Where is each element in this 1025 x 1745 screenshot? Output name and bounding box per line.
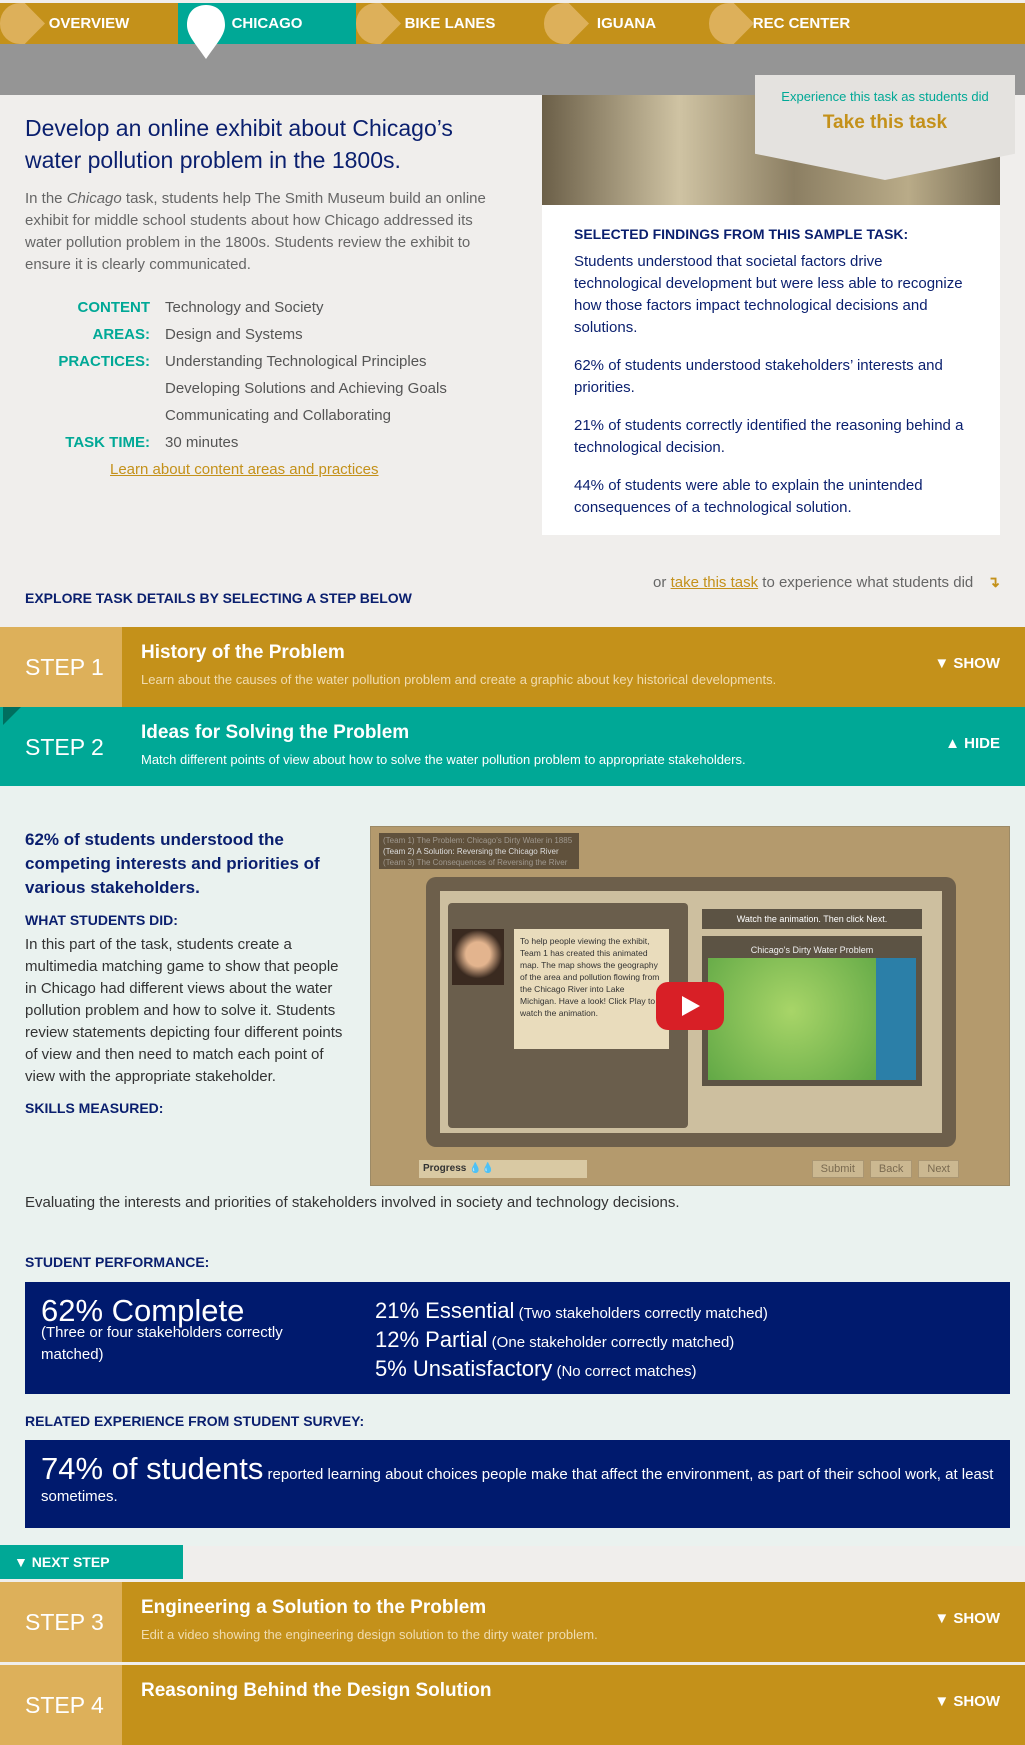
performance-heading: STUDENT PERFORMANCE: (25, 1254, 210, 1270)
skills-label: SKILLS MEASURED: (25, 1100, 164, 1116)
performance-box: 62% Complete (Three or four stakeholders … (25, 1282, 1010, 1394)
step-title: History of the Problem (141, 642, 345, 663)
learn-link[interactable]: Learn about content areas and practices (110, 461, 379, 478)
step-2-detail: 62% of students understood the competing… (0, 786, 1025, 1546)
level-row: 21% Essential (Two stakeholders correctl… (375, 1298, 768, 1323)
step-number: STEP 3 (0, 1582, 122, 1662)
survey-box: 74% of students reported learning about … (25, 1440, 1010, 1528)
nav-iguana[interactable]: IGUANA (544, 3, 709, 44)
level-row: 12% Partial (One stakeholder correctly m… (375, 1327, 735, 1352)
content-area: Technology and Society (165, 299, 324, 316)
step-title: Engineering a Solution to the Problem (141, 1597, 487, 1618)
callout-subtitle: Experience this task as students did (781, 89, 989, 104)
detail-headline: 62% of students understood the competing… (25, 830, 320, 897)
step-number: STEP 1 (0, 627, 122, 707)
back-button[interactable]: Back (869, 1160, 913, 1178)
task-time: 30 minutes (165, 434, 239, 451)
step-title: Reasoning Behind the Design Solution (141, 1680, 492, 1701)
avatar (452, 929, 504, 985)
location-pin-icon (187, 5, 225, 59)
findings-heading: SELECTED FINDINGS FROM THIS SAMPLE TASK: (574, 226, 909, 242)
skills-text: Evaluating the interests and priorities … (25, 1194, 680, 1211)
nav-label: OVERVIEW (48, 15, 130, 32)
finding: Students understood that societal factor… (574, 253, 963, 336)
nav-overview[interactable]: OVERVIEW (0, 3, 178, 44)
video-team-menu: (Team 1) The Problem: Chicago's Dirty Wa… (379, 833, 579, 869)
show-toggle[interactable]: ▼ SHOW (934, 1693, 1000, 1710)
complete-stat: 62% Complete (41, 1293, 245, 1328)
step-4-bar[interactable]: STEP 4 Reasoning Behind the Design Solut… (0, 1665, 1025, 1745)
content-area: Design and Systems (165, 326, 303, 343)
level-row: 5% Unsatisfactory (No correct matches) (375, 1356, 697, 1381)
step-desc: Match different points of view about how… (141, 752, 746, 767)
finding: 44% of students were able to explain the… (574, 477, 923, 516)
hide-toggle[interactable]: ▲ HIDE (945, 735, 1000, 752)
task-summary: Develop an online exhibit about Chicago’… (25, 112, 505, 483)
task-meta: CONTENT AREAS: Technology and Society Desi… (25, 294, 505, 483)
speech-bubble: To help people viewing the exhibit, Team… (514, 929, 669, 1049)
video-instruction: Watch the animation. Then click Next. (702, 909, 922, 929)
take-task-link[interactable]: take this task (671, 574, 759, 591)
finding: 62% of students understood stakeholders’… (574, 357, 943, 396)
what-students-did-label: WHAT STUDENTS DID: (25, 912, 178, 928)
nav-arrow-icon (709, 3, 754, 44)
show-toggle[interactable]: ▼ SHOW (934, 655, 1000, 672)
page-title: Develop an online exhibit about Chicago’… (25, 115, 453, 173)
next-button[interactable]: Next (918, 1160, 959, 1178)
practice: Understanding Technological Principles (165, 353, 427, 370)
nav-rec-center[interactable]: REC CENTER (709, 3, 894, 44)
step-1-bar[interactable]: STEP 1 History of the Problem Learn abou… (0, 627, 1025, 707)
nav-label: REC CENTER (752, 15, 851, 32)
content-areas-label: CONTENT AREAS: (77, 299, 151, 343)
take-task-button[interactable]: Take this task (755, 112, 1015, 134)
nav-label: IGUANA (596, 15, 657, 32)
next-step-button[interactable]: ▼ NEXT STEP (0, 1545, 183, 1579)
step-2-bar[interactable]: STEP 2 Ideas for Solving the Problem Mat… (0, 707, 1025, 787)
complete-note: (Three or four stakeholders correctly ma… (41, 1324, 283, 1363)
findings-panel: SELECTED FINDINGS FROM THIS SAMPLE TASK:… (542, 205, 1000, 535)
step-3-bar[interactable]: STEP 3 Engineering a Solution to the Pro… (0, 1582, 1025, 1662)
animated-map: Chicago's Dirty Water Problem (702, 936, 922, 1086)
video-progress: Progress 💧💧 (419, 1160, 587, 1178)
task-intro: In the Chicago task, students help The S… (25, 190, 486, 273)
nav-label: BIKE LANES (404, 15, 496, 32)
task-nav: OVERVIEW CHICAGO BIKE LANES IGUANA REC C… (0, 3, 1025, 44)
finding: 21% of students correctly identified the… (574, 417, 964, 456)
nav-label: CHICAGO (231, 15, 303, 32)
play-button-icon[interactable] (656, 982, 724, 1030)
step-number: STEP 2 (25, 733, 104, 760)
practice: Developing Solutions and Achieving Goals (165, 380, 447, 397)
step-title: Ideas for Solving the Problem (141, 722, 410, 743)
video-player[interactable]: (Team 1) The Problem: Chicago's Dirty Wa… (370, 826, 1010, 1186)
show-toggle[interactable]: ▼ SHOW (934, 1610, 1000, 1627)
what-students-did-text: In this part of the task, students creat… (25, 936, 343, 1085)
nav-arrow-icon (0, 3, 45, 44)
nav-arrow-icon (544, 3, 589, 44)
practices-label: PRACTICES: (58, 353, 150, 370)
video-left-panel: To help people viewing the exhibit, Team… (448, 903, 688, 1128)
submit-button[interactable]: Submit (811, 1160, 864, 1178)
survey-heading: RELATED EXPERIENCE FROM STUDENT SURVEY: (25, 1413, 365, 1429)
arrow-down-right-icon: ↴ (987, 574, 1000, 591)
step-number: STEP 4 (0, 1665, 122, 1745)
take-task-line: or take this task to experience what stu… (653, 574, 1000, 591)
nav-bike-lanes[interactable]: BIKE LANES (356, 3, 544, 44)
task-time-label: TASK TIME: (65, 434, 150, 451)
nav-arrow-icon (356, 3, 401, 44)
explore-heading: EXPLORE TASK DETAILS BY SELECTING A STEP… (25, 590, 412, 606)
practice: Communicating and Collaborating (165, 407, 391, 424)
step-desc: Learn about the causes of the water poll… (141, 672, 777, 687)
step-desc: Edit a video showing the engineering des… (141, 1627, 598, 1642)
